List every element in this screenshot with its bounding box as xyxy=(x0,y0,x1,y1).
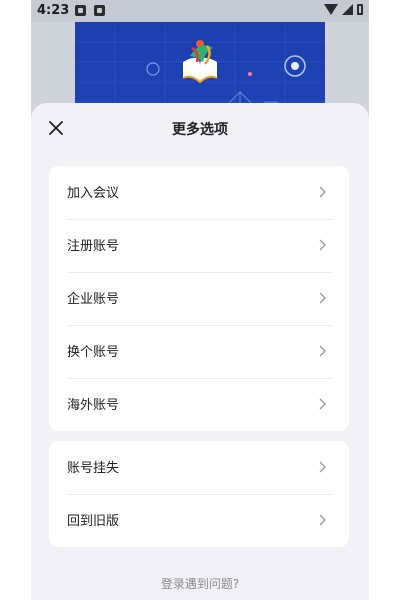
battery-icon xyxy=(357,4,363,15)
option-switch-account[interactable]: 换个账号 xyxy=(49,325,349,378)
sheet-title: 更多选项 xyxy=(172,122,228,138)
sheet-header: 更多选项 xyxy=(31,103,369,153)
chevron-right-icon xyxy=(319,398,326,410)
option-label: 加入会议 xyxy=(67,186,120,201)
option-register-account[interactable]: 注册账号 xyxy=(49,219,349,272)
option-label: 换个账号 xyxy=(67,345,120,360)
chevron-right-icon xyxy=(319,292,326,304)
login-help-link[interactable]: 登录遇到问题? xyxy=(31,575,369,592)
option-report-lost-account[interactable]: 账号挂失 xyxy=(49,441,349,494)
logo-icon xyxy=(182,40,218,84)
chevron-right-icon xyxy=(319,514,326,526)
option-label: 账号挂失 xyxy=(67,461,120,476)
option-label: 注册账号 xyxy=(67,239,120,254)
chevron-right-icon xyxy=(319,239,326,251)
option-label: 海外账号 xyxy=(67,398,120,413)
wifi-icon xyxy=(324,4,338,15)
app-icon xyxy=(94,5,105,16)
option-enterprise-account[interactable]: 企业账号 xyxy=(49,272,349,325)
status-time: 4:23 xyxy=(37,3,70,18)
option-overseas-account[interactable]: 海外账号 xyxy=(49,378,349,431)
chevron-right-icon xyxy=(319,186,326,198)
chevron-right-icon xyxy=(319,461,326,473)
status-indicators xyxy=(324,4,363,15)
options-group-account: 加入会议 注册账号 企业账号 换个账号 海外账号 xyxy=(49,166,349,431)
option-back-to-old-version[interactable]: 回到旧版 xyxy=(49,494,349,547)
option-label: 企业账号 xyxy=(67,292,120,307)
signal-icon xyxy=(342,4,353,15)
phone-screen: 4:23 更多选项 加入会议 注册账号 企业账号 换个账号 海外账号 账号挂失 … xyxy=(31,0,369,600)
options-group-misc: 账号挂失 回到旧版 xyxy=(49,441,349,547)
status-bar: 4:23 xyxy=(31,0,369,22)
image-icon xyxy=(75,5,86,16)
chevron-right-icon xyxy=(319,345,326,357)
option-join-meeting[interactable]: 加入会议 xyxy=(49,166,349,219)
more-options-sheet: 更多选项 加入会议 注册账号 企业账号 换个账号 海外账号 账号挂失 回到旧版 … xyxy=(31,103,369,600)
option-label: 回到旧版 xyxy=(67,514,120,529)
